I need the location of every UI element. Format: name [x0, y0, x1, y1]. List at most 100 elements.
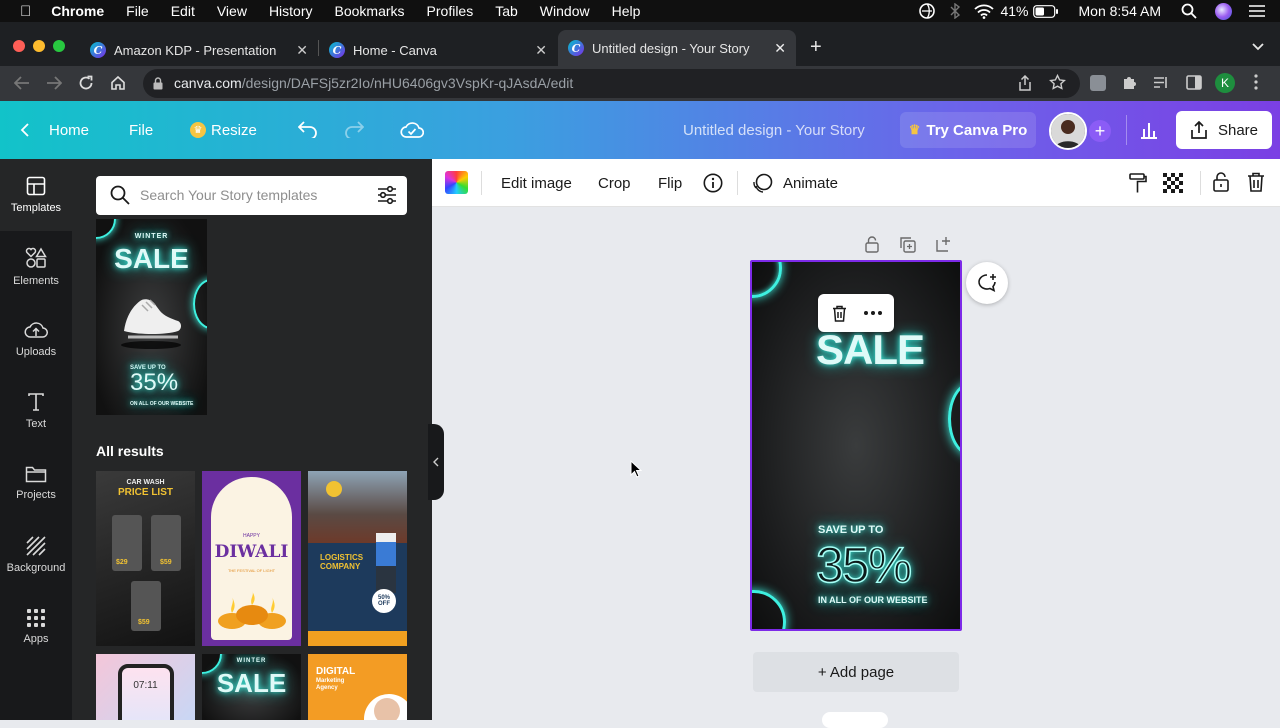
- url-path: /design/DAFSj5zr2Io/nHU6406gv3VspKr-qJAs…: [241, 75, 574, 91]
- siri-icon[interactable]: [1215, 2, 1232, 20]
- tab-title: Amazon KDP - Presentation: [114, 42, 277, 58]
- filter-icon[interactable]: [377, 185, 397, 205]
- new-tab-icon[interactable]: +: [810, 36, 822, 59]
- undo-icon[interactable]: [298, 121, 318, 138]
- transparency-icon[interactable]: [1163, 173, 1183, 193]
- lock-icon[interactable]: [153, 77, 163, 90]
- menu-history[interactable]: History: [269, 3, 313, 19]
- all-results-heading: All results: [96, 443, 164, 459]
- rail-elements[interactable]: Elements: [0, 231, 72, 303]
- duplicate-page-icon[interactable]: [900, 237, 916, 253]
- try-canva-pro-button[interactable]: ♛ Try Canva Pro: [900, 112, 1036, 148]
- menu-help[interactable]: Help: [612, 3, 641, 19]
- template-car-wash[interactable]: CAR WASH PRICE LIST $29 $59 $59: [96, 471, 195, 646]
- menu-file[interactable]: File: [126, 3, 149, 19]
- rail-background[interactable]: Background: [0, 519, 72, 591]
- redo-icon[interactable]: [344, 121, 364, 138]
- profile-initial: K: [1220, 76, 1229, 90]
- crop-button[interactable]: Crop: [598, 159, 631, 207]
- flip-button[interactable]: Flip: [658, 159, 682, 207]
- spotlight-search-icon[interactable]: [1181, 3, 1197, 19]
- add-collaborator-icon[interactable]: +: [1089, 120, 1111, 142]
- wifi-icon[interactable]: [974, 4, 995, 19]
- trash-icon[interactable]: [1247, 172, 1265, 192]
- forward-icon[interactable]: [46, 76, 62, 90]
- color-picker-swatch[interactable]: [445, 171, 468, 194]
- sneaker-image: [118, 287, 184, 349]
- tab-amazon-kdp[interactable]: C Amazon KDP - Presentation ✕: [80, 34, 318, 66]
- user-avatar[interactable]: [1049, 112, 1087, 150]
- template-line2: DIWALI: [214, 542, 289, 562]
- share-button[interactable]: Share: [1176, 111, 1272, 149]
- template-phone-lockscreen[interactable]: 07:11: [96, 654, 195, 720]
- side-panel-icon[interactable]: [1186, 75, 1202, 90]
- add-comment-button[interactable]: [966, 262, 1008, 304]
- resize-label: Resize: [211, 121, 257, 139]
- bluetooth-icon[interactable]: [950, 3, 961, 19]
- profile-avatar[interactable]: K: [1215, 73, 1235, 93]
- window-zoom-button[interactable]: [53, 40, 65, 52]
- rail-templates[interactable]: Templates: [0, 159, 72, 231]
- paint-roller-icon[interactable]: [1129, 173, 1147, 194]
- lock-icon[interactable]: [1213, 172, 1229, 192]
- apple-icon[interactable]: : [20, 3, 31, 20]
- animate-button[interactable]: Animate: [752, 159, 838, 207]
- tab-close-icon[interactable]: ✕: [535, 42, 547, 59]
- url-text[interactable]: canva.com/design/DAFSj5zr2Io/nHU6406gv3V…: [174, 75, 573, 91]
- rail-projects[interactable]: Projects: [0, 447, 72, 519]
- control-center-icon[interactable]: [1248, 4, 1266, 18]
- cloud-saved-icon[interactable]: [400, 120, 424, 139]
- more-options-icon[interactable]: [864, 311, 882, 315]
- tab-home-canva[interactable]: C Home - Canva ✕: [319, 34, 557, 66]
- template-winter-sale[interactable]: WINTER SALE: [202, 654, 301, 720]
- window-close-button[interactable]: [13, 40, 25, 52]
- chrome-menu-icon[interactable]: [1254, 74, 1258, 90]
- menu-profiles[interactable]: Profiles: [427, 3, 474, 19]
- template-digital-marketing[interactable]: DIGITAL Marketing Agency: [308, 654, 407, 720]
- window-minimize-button[interactable]: [33, 40, 45, 52]
- home-icon[interactable]: [110, 75, 126, 91]
- edit-image-button[interactable]: Edit image: [501, 159, 572, 207]
- tab-search-chevron-icon[interactable]: [1252, 43, 1264, 51]
- page-lock-icon[interactable]: [865, 236, 879, 253]
- share-page-icon[interactable]: [1018, 75, 1032, 91]
- delete-element-icon[interactable]: [832, 305, 847, 322]
- reading-list-icon[interactable]: [1153, 76, 1169, 89]
- rail-uploads[interactable]: Uploads: [0, 303, 72, 375]
- template-diwali[interactable]: HAPPY DIWALI THE FESTIVAL OF LIGHT: [202, 471, 301, 646]
- tab-untitled-design[interactable]: C Untitled design - Your Story ✕: [558, 30, 796, 66]
- menu-tab[interactable]: Tab: [495, 3, 518, 19]
- rail-apps[interactable]: Apps: [0, 591, 72, 663]
- template-logistics[interactable]: LOGISTICS COMPANY 50% OFF: [308, 471, 407, 646]
- menu-bookmarks[interactable]: Bookmarks: [335, 3, 405, 19]
- featured-line4: 35%: [130, 369, 179, 396]
- add-page-button[interactable]: + Add page: [753, 652, 959, 692]
- menu-edit[interactable]: Edit: [171, 3, 195, 19]
- tab-close-icon[interactable]: ✕: [774, 40, 786, 57]
- extension-icon[interactable]: [1090, 75, 1106, 91]
- reload-icon[interactable]: [78, 75, 94, 91]
- tab-close-icon[interactable]: ✕: [296, 42, 308, 59]
- add-page-icon[interactable]: [936, 236, 952, 252]
- info-icon[interactable]: [703, 173, 723, 193]
- vpn-icon[interactable]: [918, 2, 936, 20]
- phone-time: 07:11: [133, 680, 158, 691]
- canva-favicon-icon: C: [329, 42, 345, 58]
- menu-clock[interactable]: Mon 8:54 AM: [1079, 3, 1162, 19]
- battery-icon[interactable]: [1032, 4, 1059, 18]
- back-icon[interactable]: [14, 76, 30, 90]
- menu-window[interactable]: Window: [540, 3, 590, 19]
- bookmark-star-icon[interactable]: [1049, 74, 1066, 91]
- home-button[interactable]: Home: [20, 101, 89, 159]
- extensions-puzzle-icon[interactable]: [1122, 74, 1138, 91]
- menu-view[interactable]: View: [217, 3, 247, 19]
- rail-text[interactable]: Text: [0, 375, 72, 447]
- file-menu-button[interactable]: File: [129, 101, 153, 159]
- resize-button[interactable]: ♛ Resize: [190, 101, 257, 159]
- rail-label: Apps: [23, 633, 49, 645]
- insights-icon[interactable]: [1139, 120, 1159, 140]
- design-title[interactable]: Untitled design - Your Story: [683, 101, 865, 159]
- toolbar-divider: [737, 171, 738, 195]
- menu-app-name[interactable]: Chrome: [51, 3, 104, 19]
- featured-template-winter-sale[interactable]: WINTER SALE SAVE UP TO 35% ON ALL OF OUR…: [96, 219, 207, 415]
